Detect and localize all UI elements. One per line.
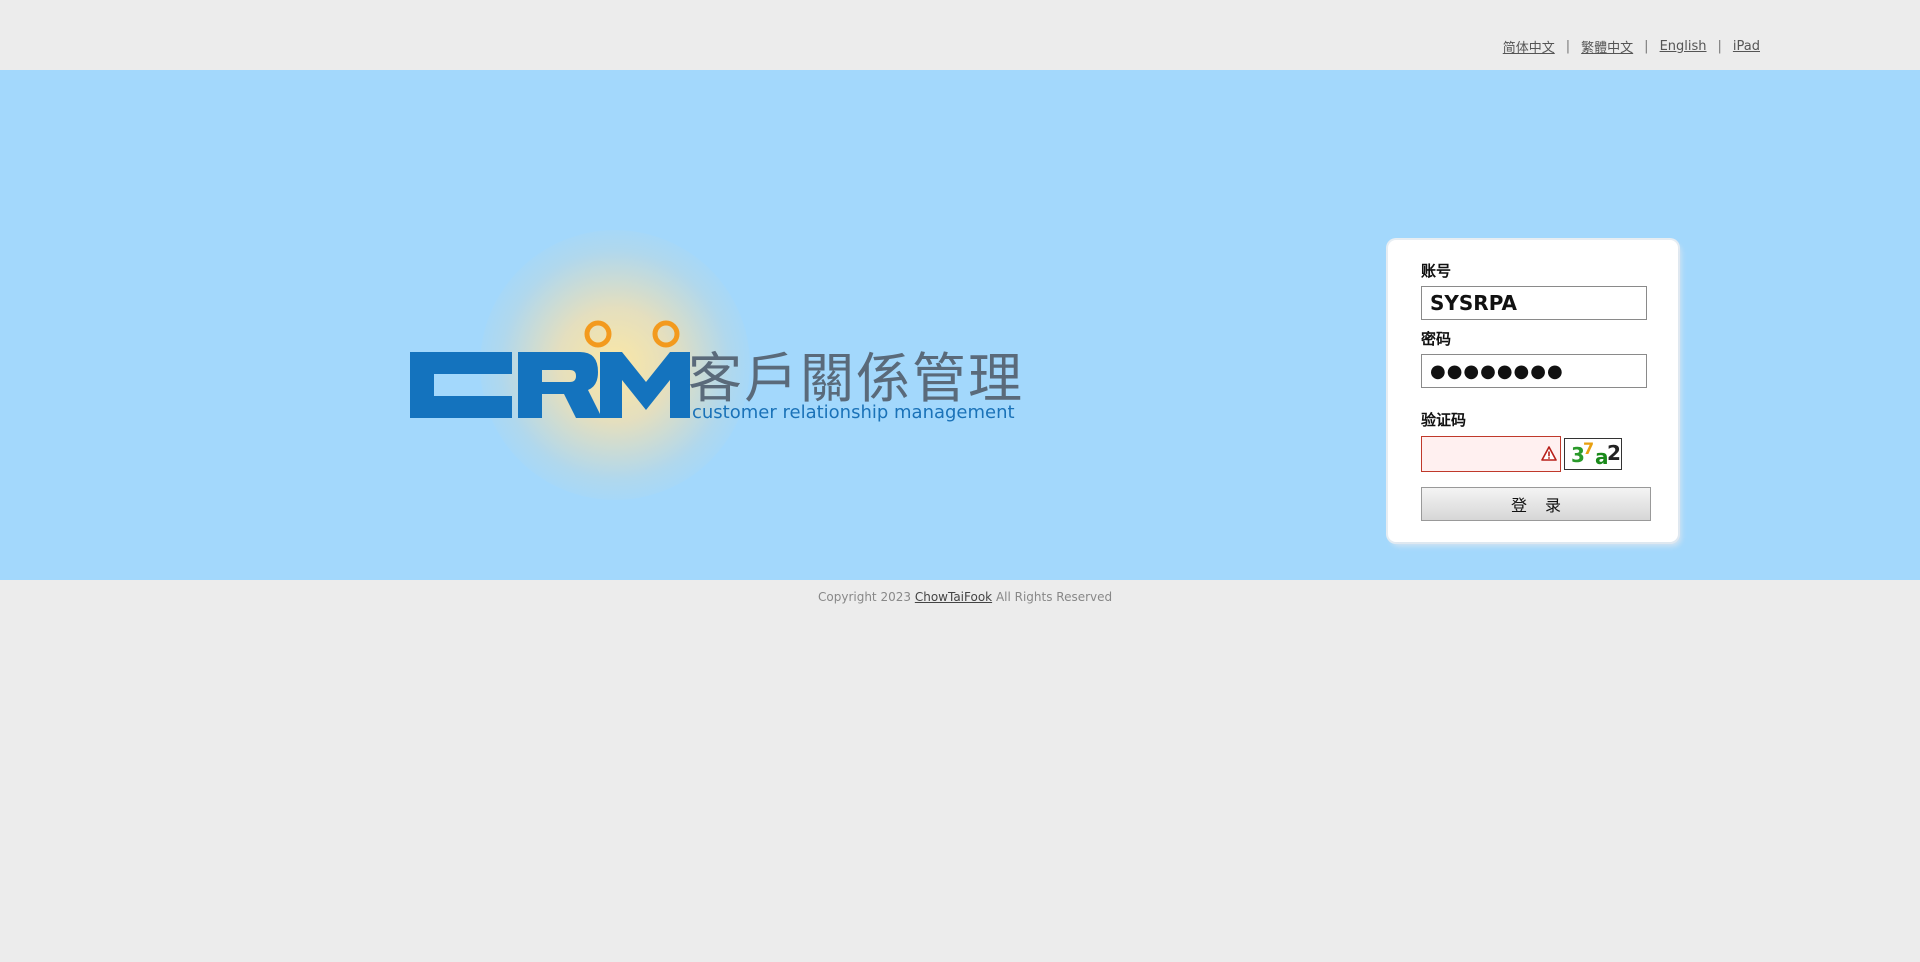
separator: | <box>1644 39 1649 54</box>
crm-letters-logo <box>410 320 690 418</box>
captcha-image[interactable]: 3 7 a 2 <box>1564 438 1622 470</box>
captcha-label: 验证码 <box>1421 411 1467 429</box>
separator: | <box>1717 39 1722 54</box>
language-switcher: 简体中文 | 繁體中文 | English | iPad <box>1503 37 1760 56</box>
company-link[interactable]: ChowTaiFook <box>915 590 992 604</box>
copyright-text: Copyright 2023 ChowTaiFook All Rights Re… <box>818 590 1112 604</box>
account-label: 账号 <box>1421 262 1452 280</box>
lang-link-ipad[interactable]: iPad <box>1733 39 1760 54</box>
warning-triangle-icon <box>1541 446 1557 461</box>
account-input[interactable]: SYSRPA <box>1421 286 1647 320</box>
password-label: 密码 <box>1421 330 1452 348</box>
copyright-suffix: All Rights Reserved <box>995 590 1113 604</box>
copyright-prefix: Copyright 2023 <box>818 590 911 604</box>
separator: | <box>1565 39 1571 54</box>
lang-link-english[interactable]: English <box>1660 39 1707 54</box>
crm-logo: 客戶關係管理 customer relationship management <box>400 230 1040 510</box>
lang-link-simplified-chinese[interactable]: 简体中文 <box>1503 37 1555 56</box>
top-bar: 简体中文 | 繁體中文 | English | iPad <box>0 0 1920 70</box>
login-button[interactable]: 登录 <box>1421 487 1651 521</box>
logo-english-subtitle: customer relationship management <box>692 402 1015 423</box>
captcha-char: 7 <box>1583 439 1595 458</box>
captcha-input[interactable] <box>1421 436 1561 472</box>
hero-banner: 客戶關係管理 customer relationship management … <box>0 70 1920 580</box>
login-panel: 账号 SYSRPA 密码 ●●●●●●●● 验证码 3 7 a 2 登录 <box>1388 240 1678 542</box>
lang-link-traditional-chinese[interactable]: 繁體中文 <box>1581 37 1633 56</box>
password-input[interactable]: ●●●●●●●● <box>1421 354 1647 388</box>
captcha-char: 2 <box>1607 441 1621 465</box>
